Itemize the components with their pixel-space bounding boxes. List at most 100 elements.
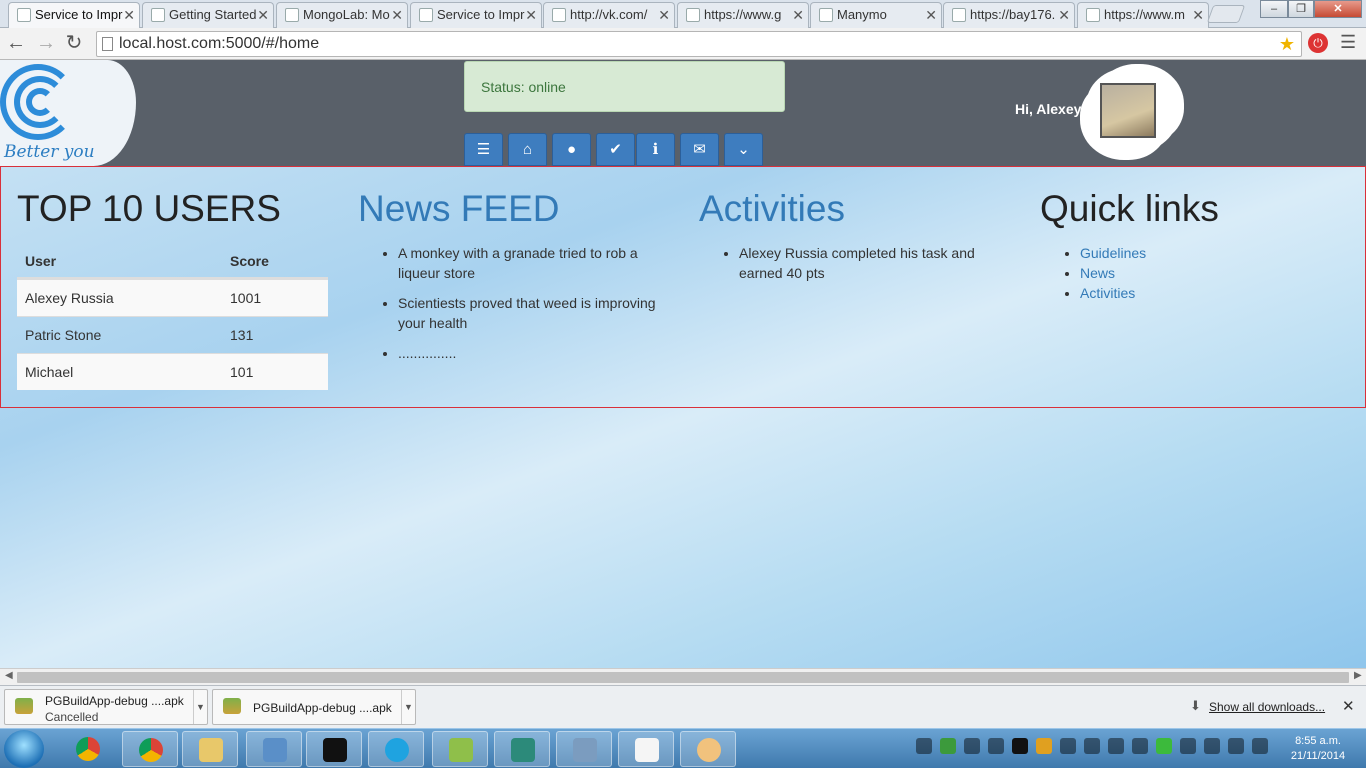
taskbar-clock[interactable]: 8:55 a.m. 21/11/2014 <box>1280 734 1356 764</box>
check-icon[interactable]: ✔ <box>596 133 635 166</box>
info-icon[interactable]: ℹ <box>636 133 675 166</box>
avatar[interactable] <box>1100 83 1156 138</box>
download-shelf: PGBuildApp-debug ....apk Cancelled ▼ PGB… <box>0 685 1366 728</box>
page-icon <box>1086 8 1100 22</box>
list-app-taskbar-icon[interactable] <box>618 731 674 767</box>
logo-tagline: Better you <box>4 142 95 162</box>
notepad-taskbar-icon[interactable] <box>432 731 488 767</box>
reload-button[interactable]: ↻ <box>62 32 86 56</box>
tray-icon[interactable] <box>1036 738 1052 754</box>
clock-time: 8:55 a.m. <box>1295 735 1341 747</box>
close-icon[interactable]: ✕ <box>1058 3 1070 27</box>
download-item[interactable]: PGBuildApp-debug ....apk ▼ <box>212 689 416 725</box>
tray-icon[interactable] <box>916 738 932 754</box>
download-item[interactable]: PGBuildApp-debug ....apk Cancelled ▼ <box>4 689 208 725</box>
tab-mongolab[interactable]: MongoLab: Mo ✕ <box>276 2 408 28</box>
page-icon <box>285 8 299 22</box>
tray-icon[interactable] <box>1084 738 1100 754</box>
chrome-taskbar-icon[interactable] <box>60 731 116 767</box>
close-icon[interactable]: ✕ <box>123 3 135 27</box>
battery-icon[interactable] <box>1180 738 1196 754</box>
page-icon <box>419 8 433 22</box>
top-users-table: User Score Alexey Russia 1001 Patric Sto… <box>17 249 328 390</box>
minimize-button[interactable]: – <box>1260 0 1288 18</box>
scroll-left-icon[interactable]: ◀ <box>5 670 13 681</box>
show-all-downloads-link[interactable]: Show all downloads... <box>1209 700 1325 714</box>
scroll-right-icon[interactable]: ▶ <box>1354 670 1362 681</box>
close-icon[interactable]: ✕ <box>1342 697 1355 715</box>
user-greeting: Hi, Alexey <box>1015 101 1082 117</box>
tray-icon[interactable] <box>1012 738 1028 754</box>
tray-icon[interactable] <box>1156 738 1172 754</box>
top-users-section: TOP 10 USERS User Score Alexey Russia 10… <box>17 187 337 390</box>
page-icon <box>17 8 31 22</box>
close-icon[interactable]: ✕ <box>658 3 670 27</box>
scrollbar-thumb[interactable] <box>17 672 1349 683</box>
close-icon[interactable]: ✕ <box>525 3 537 27</box>
page-icon <box>819 8 833 22</box>
close-icon[interactable]: ✕ <box>391 3 403 27</box>
tray-icon[interactable] <box>964 738 980 754</box>
tray-icon[interactable] <box>1060 738 1076 754</box>
tab-bay176[interactable]: https://bay176. ✕ <box>943 2 1075 28</box>
tray-icon[interactable] <box>988 738 1004 754</box>
start-button[interactable] <box>4 730 44 768</box>
back-button[interactable]: ← <box>4 32 28 56</box>
dashboard-panel: TOP 10 USERS User Score Alexey Russia 10… <box>0 166 1366 408</box>
chevron-down-icon[interactable]: ▼ <box>193 690 207 724</box>
close-icon[interactable]: ✕ <box>792 3 804 27</box>
home-icon[interactable]: ⌂ <box>508 133 547 166</box>
tray-icon[interactable] <box>1108 738 1124 754</box>
virtualbox-taskbar-icon[interactable] <box>246 731 302 767</box>
close-icon[interactable]: ✕ <box>257 3 269 27</box>
close-icon[interactable]: ✕ <box>925 3 937 27</box>
tab-https-www-m[interactable]: https://www.m ✕ <box>1077 2 1209 28</box>
table-row: Patric Stone 131 <box>17 316 328 353</box>
logo[interactable]: Better you <box>0 60 136 166</box>
maximize-button[interactable]: ❐ <box>1288 0 1314 18</box>
extension-icon[interactable]: ⏻ <box>1308 33 1328 53</box>
tab-manymo[interactable]: Manymo ✕ <box>810 2 942 28</box>
page-icon <box>952 8 966 22</box>
address-bar[interactable]: local.host.com:5000/#/home ★ <box>96 31 1302 57</box>
tray-icon[interactable] <box>1132 738 1148 754</box>
tab-vk[interactable]: http://vk.com/✕ <box>543 2 675 28</box>
cmd-taskbar-icon[interactable] <box>306 731 362 767</box>
horizontal-scrollbar[interactable]: ◀ ▶ <box>0 668 1366 685</box>
tab-getting-started[interactable]: Getting Started ✕ <box>142 2 274 28</box>
utorrent-icon[interactable] <box>940 738 956 754</box>
tab-service-to-improve-2[interactable]: Service to Impr ✕ <box>410 2 542 28</box>
mail-icon[interactable]: ✉ <box>680 133 719 166</box>
list-icon[interactable]: ☰ <box>464 133 503 166</box>
volume-icon[interactable] <box>1204 738 1220 754</box>
list-item: Activities <box>1080 283 1360 303</box>
skype-taskbar-icon[interactable] <box>368 731 424 767</box>
forward-button[interactable]: → <box>34 32 58 56</box>
paint-taskbar-icon[interactable] <box>680 731 736 767</box>
network-app-taskbar-icon[interactable] <box>556 731 612 767</box>
user-icon[interactable]: ● <box>552 133 591 166</box>
table-row: Alexey Russia 1001 <box>17 279 328 316</box>
close-window-button[interactable]: ✕ <box>1314 0 1362 18</box>
status-alert: Status: online <box>464 61 785 112</box>
chevron-down-icon[interactable]: ⌄ <box>724 133 763 166</box>
bookmark-star-icon[interactable]: ★ <box>1279 32 1295 56</box>
explorer-taskbar-icon[interactable] <box>182 731 238 767</box>
new-tab-button[interactable] <box>1206 5 1246 23</box>
chevron-down-icon[interactable]: ▼ <box>401 690 415 724</box>
tray-icon[interactable] <box>1252 738 1268 754</box>
list-item: News <box>1080 263 1360 283</box>
tab-https-www-g[interactable]: https://www.g ✕ <box>677 2 809 28</box>
link-activities[interactable]: Activities <box>1080 285 1135 301</box>
app-taskbar-icon[interactable] <box>494 731 550 767</box>
table-header: User Score <box>17 249 328 279</box>
section-title: Activities <box>699 188 845 229</box>
link-guidelines[interactable]: Guidelines <box>1080 245 1146 261</box>
tab-service-to-improve[interactable]: Service to Impr ✕ <box>8 2 140 28</box>
link-news[interactable]: News <box>1080 265 1115 281</box>
network-icon[interactable] <box>1228 738 1244 754</box>
section-title: Quick links <box>1040 188 1219 229</box>
chrome-window-taskbar-icon[interactable] <box>122 731 178 767</box>
menu-icon[interactable]: ☰ <box>1340 32 1356 53</box>
close-icon[interactable]: ✕ <box>1192 3 1204 27</box>
